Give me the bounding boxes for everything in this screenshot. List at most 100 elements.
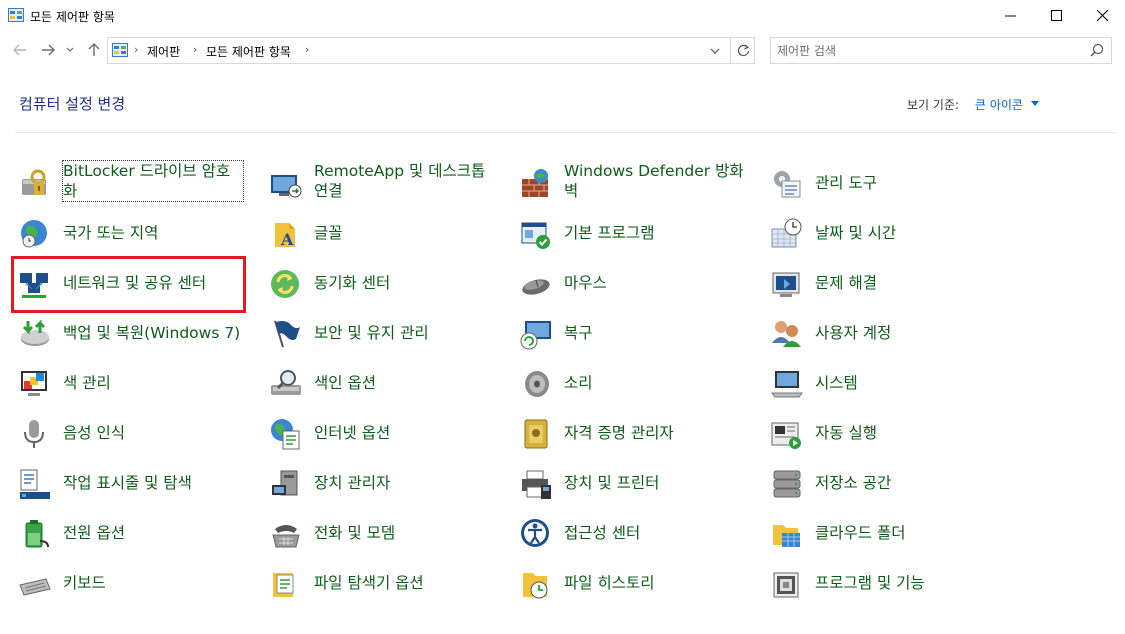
user-accounts-icon (772, 321, 801, 347)
troubleshoot-icon (772, 272, 800, 297)
item-label: 날짜 및 시간 (815, 224, 897, 242)
date-time-icon (771, 218, 802, 248)
programs-features-icon (773, 572, 799, 598)
folder-options-icon (273, 573, 294, 597)
cloud-folder-icon (773, 525, 800, 547)
item-user-accounts[interactable]: 사용자 계정 (752, 311, 1002, 355)
item-device-manager[interactable]: 장치 관리자 (251, 461, 501, 505)
item-taskbar-navigation[interactable]: 작업 표시줄 및 탐색 (0, 461, 250, 505)
item-recovery[interactable]: 복구 (501, 311, 751, 355)
item-label: RemoteApp 및 데스크톱 연결 (314, 162, 486, 200)
item-ease-of-access[interactable]: 접근성 센터 (501, 511, 751, 555)
item-label: 자격 증명 관리자 (564, 424, 674, 442)
credential-icon (524, 419, 548, 449)
indexing-icon (271, 370, 301, 395)
bitlocker-icon (22, 169, 46, 195)
item-firewall[interactable]: Windows Defender 방화벽 (501, 161, 751, 205)
item-bitlocker[interactable]: BitLocker 드라이브 암호화 (0, 160, 250, 205)
item-label: 백업 및 복원(Windows 7) (63, 324, 241, 342)
item-devices-printers[interactable]: 장치 및 프린터 (501, 461, 751, 505)
file-history-icon (523, 573, 548, 599)
item-system[interactable]: 시스템 (752, 361, 1002, 405)
item-label: 기본 프로그램 (564, 224, 655, 242)
item-file-explorer-options[interactable]: 파일 탐색기 옵션 (251, 561, 501, 605)
item-label: 접근성 센터 (564, 524, 641, 542)
microphone-icon (24, 420, 44, 448)
item-label: 국가 또는 지역 (63, 224, 159, 242)
admin-tools-icon (774, 171, 801, 198)
region-icon (21, 220, 47, 248)
remoteapp-icon (271, 175, 302, 198)
item-label: 작업 표시줄 및 탐색 (63, 474, 192, 492)
item-label: 저장소 공간 (815, 474, 892, 492)
color-management-icon (21, 371, 47, 396)
autoplay-icon (771, 422, 801, 449)
item-label: 클라우드 폴더 (815, 524, 906, 542)
keyboard-icon (19, 578, 51, 596)
sound-icon (525, 371, 549, 397)
item-internet-options[interactable]: 인터넷 옵션 (251, 411, 501, 455)
item-mouse[interactable]: 마우스 (501, 261, 751, 305)
item-label: 글꼴 (314, 224, 343, 242)
item-label: 동기화 센터 (314, 274, 391, 292)
item-security-maintenance[interactable]: 보안 및 유지 관리 (251, 311, 501, 355)
item-label: 복구 (564, 324, 593, 342)
item-label: 보안 및 유지 관리 (314, 324, 429, 342)
fonts-icon: A (275, 223, 295, 249)
item-keyboard[interactable]: 키보드 (0, 561, 250, 605)
ease-of-access-icon (521, 519, 549, 547)
item-color-management[interactable]: 색 관리 (0, 361, 250, 405)
item-sound[interactable]: 소리 (501, 361, 751, 405)
highlight-box (11, 256, 246, 313)
item-label: 장치 관리자 (314, 474, 391, 492)
item-label: BitLocker 드라이브 암호화 (62, 160, 244, 202)
item-troubleshoot[interactable]: 문제 해결 (752, 261, 1002, 305)
item-cloud-folder[interactable]: 클라우드 폴더 (752, 511, 1002, 555)
item-file-history[interactable]: 파일 히스토리 (501, 561, 751, 605)
printer-icon (522, 470, 551, 499)
item-remoteapp[interactable]: RemoteApp 및 데스크톱 연결 (251, 161, 501, 205)
internet-options-icon (271, 419, 300, 450)
item-backup-restore[interactable]: 백업 및 복원(Windows 7) (0, 311, 250, 355)
item-label: 파일 히스토리 (564, 574, 655, 592)
item-label: 자동 실행 (815, 424, 877, 442)
firewall-icon (522, 169, 548, 197)
phone-modem-icon (272, 525, 300, 548)
item-date-time[interactable]: 날짜 및 시간 (752, 211, 1002, 255)
item-storage-spaces[interactable]: 저장소 공간 (752, 461, 1002, 505)
item-autoplay[interactable]: 자동 실행 (752, 411, 1002, 455)
item-sync-center[interactable]: 동기화 센터 (251, 261, 501, 305)
security-flag-icon (274, 320, 300, 348)
item-label: 전화 및 모뎀 (314, 524, 396, 542)
item-label: 프로그램 및 기능 (815, 574, 925, 592)
item-default-programs[interactable]: 기본 프로그램 (501, 211, 751, 255)
item-credential-manager[interactable]: 자격 증명 관리자 (501, 411, 751, 455)
control-panel-items: BitLocker 드라이브 암호화 RemoteApp 및 데스크톱 연결 W… (0, 0, 1125, 634)
item-label: 시스템 (815, 374, 858, 392)
item-label: 소리 (564, 374, 593, 392)
item-label: 음성 인식 (63, 424, 125, 442)
default-programs-icon (521, 222, 550, 249)
item-label: 장치 및 프린터 (564, 474, 660, 492)
item-label: Windows Defender 방화벽 (564, 162, 744, 200)
system-icon (771, 371, 803, 398)
item-label: 전원 옵션 (63, 524, 125, 542)
item-label: 색 관리 (63, 374, 111, 392)
item-label: 사용자 계정 (815, 324, 892, 342)
taskbar-icon (20, 469, 50, 499)
item-label: 인터넷 옵션 (314, 424, 391, 442)
storage-spaces-icon (773, 470, 801, 498)
recovery-icon (520, 321, 551, 350)
backup-icon (21, 319, 49, 346)
power-icon (25, 520, 49, 548)
item-power-options[interactable]: 전원 옵션 (0, 511, 250, 555)
item-label: 파일 탐색기 옵션 (314, 574, 424, 592)
item-region[interactable]: 국가 또는 지역 (0, 211, 250, 255)
item-programs-features[interactable]: 프로그램 및 기능 (752, 561, 1002, 605)
item-phone-modem[interactable]: 전화 및 모뎀 (251, 511, 501, 555)
item-fonts[interactable]: A 글꼴 (251, 211, 501, 255)
item-indexing[interactable]: 색인 옵션 (251, 361, 501, 405)
item-label: 키보드 (63, 574, 106, 592)
item-speech-recognition[interactable]: 음성 인식 (0, 411, 250, 455)
item-admin-tools[interactable]: 관리 도구 (752, 161, 1002, 205)
